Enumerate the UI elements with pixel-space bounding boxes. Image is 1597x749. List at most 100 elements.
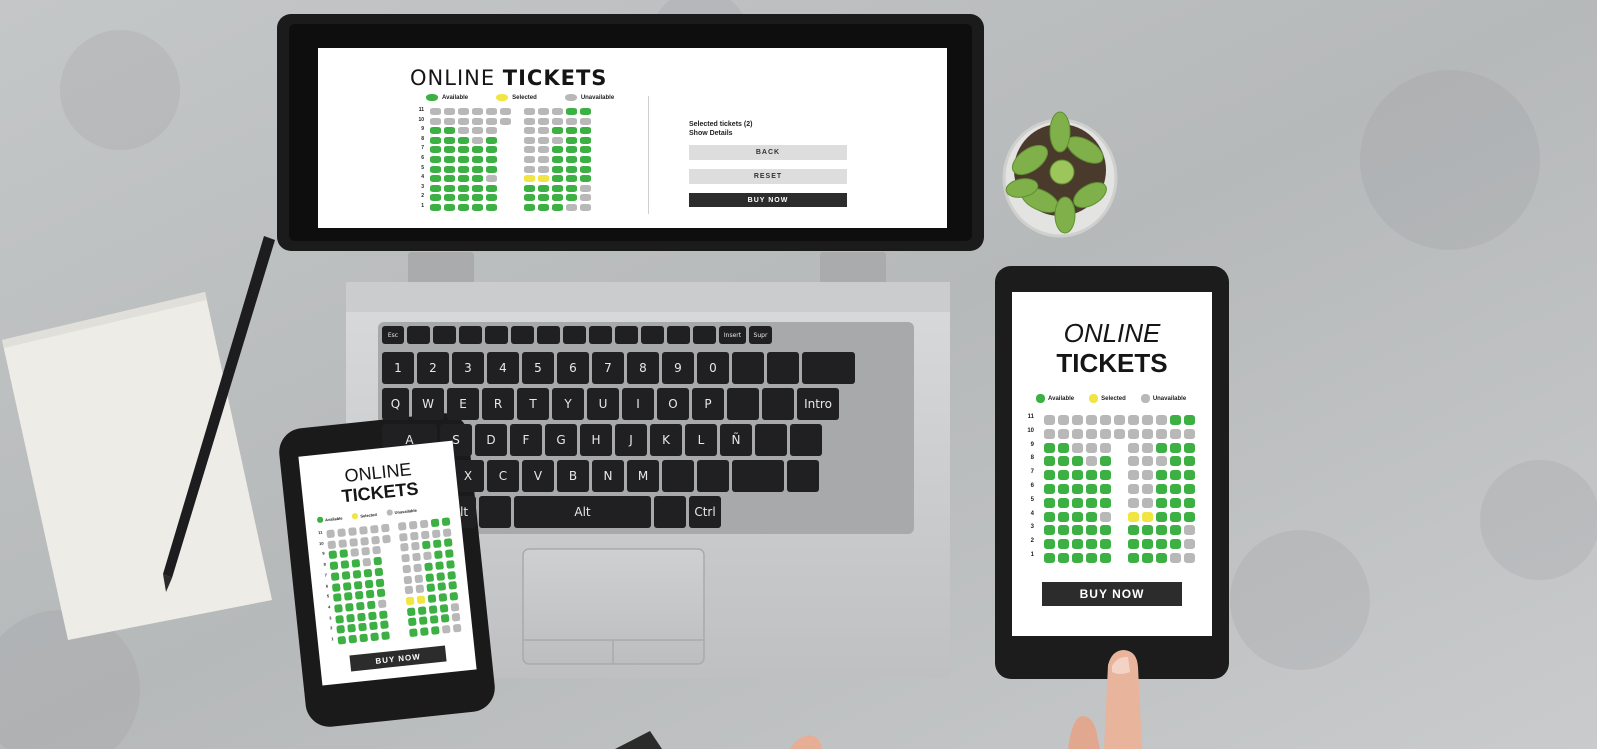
seat[interactable] — [382, 534, 391, 544]
seat[interactable] — [1086, 456, 1097, 467]
seat[interactable] — [416, 595, 426, 605]
seat[interactable] — [1072, 511, 1083, 522]
keyboard-key[interactable]: U — [587, 388, 619, 420]
seat[interactable] — [444, 184, 455, 192]
keyboard-key[interactable]: 5 — [522, 352, 554, 384]
seat[interactable] — [1086, 484, 1097, 494]
keyboard-key[interactable] — [790, 424, 822, 456]
seat[interactable] — [444, 117, 455, 125]
seat[interactable] — [380, 523, 390, 533]
seat[interactable] — [1184, 415, 1195, 425]
seat[interactable] — [1142, 539, 1153, 550]
seat[interactable] — [365, 589, 375, 599]
seat[interactable] — [486, 136, 497, 144]
seat[interactable] — [444, 204, 455, 211]
seat[interactable] — [426, 583, 436, 593]
seat[interactable] — [366, 600, 376, 610]
seat[interactable] — [552, 146, 563, 154]
keyboard-key[interactable] — [727, 388, 759, 420]
seat[interactable] — [524, 146, 535, 154]
seat[interactable] — [415, 584, 425, 594]
seat[interactable] — [432, 539, 442, 549]
seat[interactable] — [352, 569, 362, 579]
seat[interactable] — [1170, 470, 1181, 481]
seat[interactable] — [1184, 497, 1195, 508]
seat[interactable] — [1086, 553, 1097, 563]
keyboard-key[interactable] — [537, 326, 560, 344]
seat[interactable] — [409, 531, 419, 541]
seat[interactable] — [472, 156, 483, 163]
seat[interactable] — [1100, 470, 1111, 481]
seat[interactable] — [400, 543, 409, 552]
seat[interactable] — [1128, 415, 1139, 425]
seat[interactable] — [1058, 497, 1069, 508]
seat[interactable] — [334, 603, 343, 613]
keyboard-key[interactable] — [433, 326, 456, 344]
seat[interactable] — [1184, 553, 1195, 563]
keyboard-key[interactable]: 2 — [417, 352, 449, 384]
keyboard-key[interactable]: Alt — [514, 496, 651, 528]
seat[interactable] — [1170, 415, 1181, 425]
seat[interactable] — [580, 117, 591, 125]
seat[interactable] — [1156, 442, 1167, 453]
seat[interactable] — [538, 108, 549, 115]
seat[interactable] — [1044, 497, 1055, 508]
seat[interactable] — [337, 635, 347, 645]
seat[interactable] — [1058, 539, 1069, 550]
seat[interactable] — [552, 194, 563, 202]
show-details-link[interactable]: Show Details — [689, 129, 752, 138]
seat[interactable] — [1072, 428, 1083, 439]
keyboard-key[interactable]: D — [475, 424, 507, 456]
seat[interactable] — [1156, 553, 1167, 563]
seat[interactable] — [580, 156, 591, 163]
seat[interactable] — [486, 184, 497, 192]
seat[interactable] — [436, 571, 446, 581]
seat[interactable] — [1128, 497, 1139, 508]
seat[interactable] — [362, 557, 372, 567]
keyboard-key[interactable] — [654, 496, 686, 528]
keyboard-key[interactable]: Esc — [382, 326, 404, 344]
seat[interactable] — [1044, 456, 1055, 467]
seat[interactable] — [1184, 525, 1195, 536]
seat[interactable] — [1058, 525, 1069, 536]
back-button[interactable]: BACK — [689, 145, 847, 160]
seat[interactable] — [430, 518, 440, 528]
seat[interactable] — [566, 136, 577, 144]
seat[interactable] — [444, 146, 455, 154]
seat[interactable] — [458, 108, 469, 115]
seat[interactable] — [1058, 456, 1069, 467]
seat[interactable] — [327, 540, 337, 549]
seat[interactable] — [524, 136, 535, 144]
keyboard-key[interactable]: I — [622, 388, 654, 420]
seat[interactable] — [430, 127, 441, 135]
seat[interactable] — [434, 550, 443, 560]
seat[interactable] — [329, 561, 339, 571]
keyboard-key[interactable] — [762, 388, 794, 420]
seat[interactable] — [1170, 428, 1181, 439]
seat[interactable] — [1142, 553, 1153, 563]
keyboard-key[interactable] — [459, 326, 482, 344]
seat[interactable] — [430, 156, 441, 163]
seat[interactable] — [566, 184, 577, 192]
seat[interactable] — [1170, 511, 1181, 522]
seat[interactable] — [420, 530, 430, 540]
seat[interactable] — [444, 108, 455, 115]
seat[interactable] — [345, 602, 354, 612]
seat[interactable] — [1128, 539, 1139, 550]
seat[interactable] — [444, 165, 455, 173]
seat[interactable] — [486, 194, 497, 202]
keyboard-key[interactable]: V — [522, 460, 554, 492]
seat[interactable] — [441, 624, 451, 634]
tablet-buy-now-button[interactable]: BUY NOW — [1042, 582, 1182, 606]
keyboard-key[interactable]: P — [692, 388, 724, 420]
seat[interactable] — [472, 204, 483, 211]
seat[interactable] — [472, 108, 483, 115]
seat[interactable] — [431, 529, 441, 538]
seat[interactable] — [580, 127, 591, 135]
seat[interactable] — [421, 540, 431, 550]
seat[interactable] — [341, 570, 351, 580]
seat[interactable] — [524, 184, 535, 192]
seat[interactable] — [444, 194, 455, 202]
seat[interactable] — [580, 175, 591, 183]
seat[interactable] — [398, 532, 408, 542]
